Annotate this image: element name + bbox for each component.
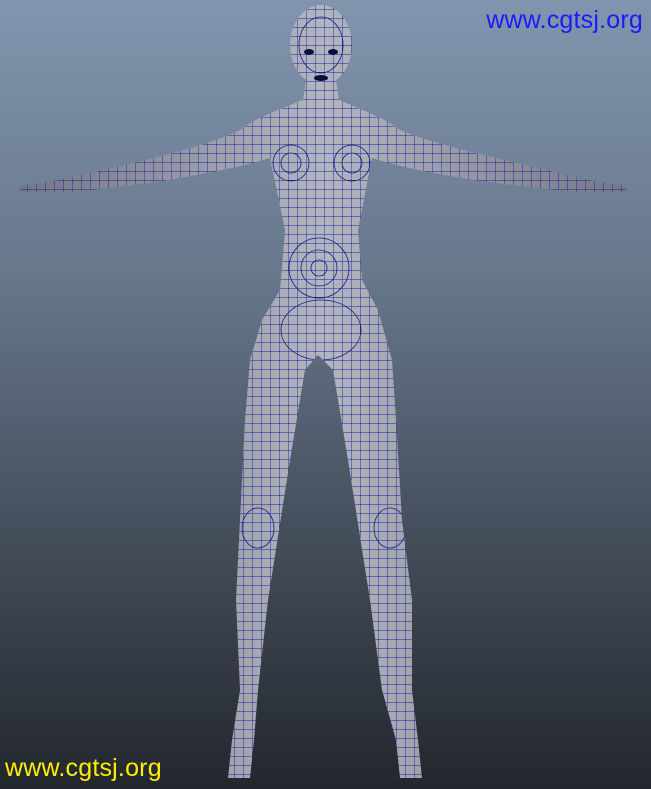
watermark-top-right: www.cgtsj.org [486, 6, 643, 34]
3d-viewport[interactable]: www.cgtsj.org www.cgtsj.org [0, 0, 651, 789]
wireframe-model[interactable] [0, 0, 651, 789]
watermark-bottom-left: www.cgtsj.org [5, 754, 162, 782]
